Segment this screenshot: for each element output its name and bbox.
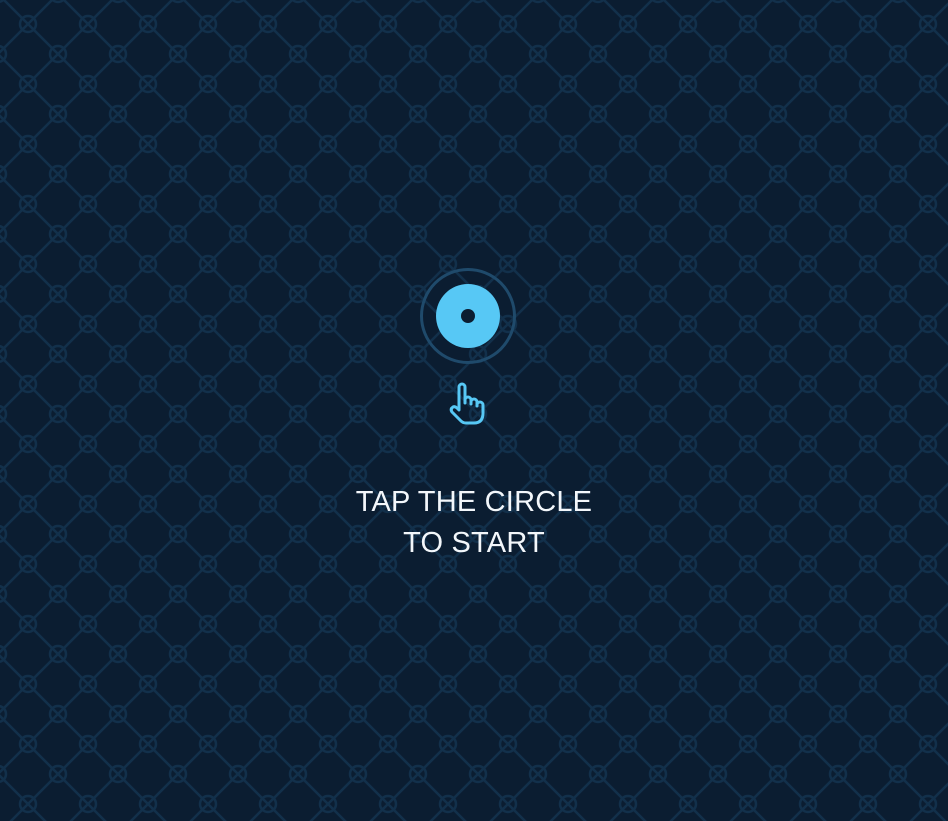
start-circle-button[interactable] — [420, 268, 516, 364]
pointing-hand-icon — [449, 382, 485, 425]
start-prompt-line-1: TAP THE CIRCLE — [355, 486, 593, 518]
target-circle-icon[interactable] — [436, 284, 500, 348]
target-center-dot — [461, 309, 475, 323]
start-prompt-line-2: TO START — [403, 527, 545, 559]
